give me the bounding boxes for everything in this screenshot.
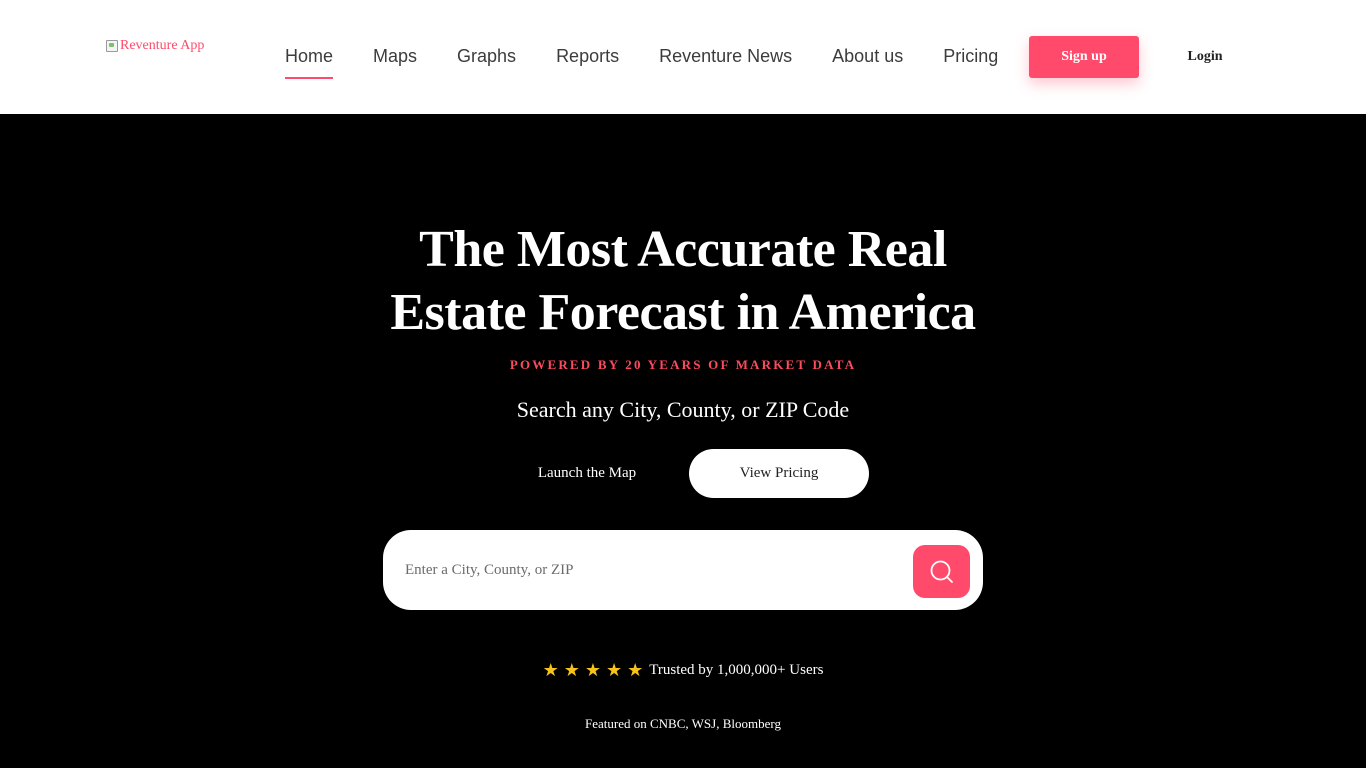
view-pricing-button[interactable]: View Pricing xyxy=(689,449,869,498)
nav-item-pricing[interactable]: Pricing xyxy=(923,0,1018,114)
star-icon: ★ xyxy=(627,660,644,680)
search-icon xyxy=(930,560,953,583)
nav-item-about-us[interactable]: About us xyxy=(812,0,923,114)
hero-title: The Most Accurate Real Estate Forecast i… xyxy=(0,218,1366,344)
main-nav: Home Maps Graphs Reports Reventure News … xyxy=(265,0,1018,114)
trust-text: Trusted by 1,000,000+ Users xyxy=(649,661,824,678)
broken-image-icon xyxy=(106,40,118,52)
hero-subtitle: Search any City, County, or ZIP Code xyxy=(516,397,850,422)
hero-title-line-1: The Most Accurate Real xyxy=(419,221,947,278)
nav-item-maps[interactable]: Maps xyxy=(353,0,437,114)
logo-alt-text: Reventure App xyxy=(120,38,205,53)
featured-text: Featured on CNBC, WSJ, Bloomberg xyxy=(585,716,781,731)
site-header: Reventure App Home Maps Graphs Reports R… xyxy=(0,0,1366,114)
star-icon: ★ xyxy=(605,660,623,680)
trust-row: ★ ★ ★ ★ ★ Trusted by 1,000,000+ Users xyxy=(0,660,1366,680)
star-icon: ★ xyxy=(584,660,601,680)
hero-section: The Most Accurate Real Estate Forecast i… xyxy=(0,114,1366,768)
nav-item-reports[interactable]: Reports xyxy=(536,0,639,114)
rating-stars: ★ ★ ★ ★ ★ xyxy=(543,660,644,680)
star-icon: ★ xyxy=(563,660,580,680)
nav-item-home[interactable]: Home xyxy=(265,0,353,114)
search-button[interactable] xyxy=(913,545,970,598)
sign-up-button[interactable]: Sign up xyxy=(1029,36,1139,78)
hero-tagline: POWERED BY 20 YEARS OF MARKET DATA xyxy=(509,357,857,372)
login-link[interactable]: Login xyxy=(1173,36,1237,78)
star-icon: ★ xyxy=(542,660,559,680)
search-box xyxy=(383,530,983,610)
launch-map-link[interactable]: Launch the Map xyxy=(512,449,662,497)
logo[interactable]: Reventure App xyxy=(106,38,204,54)
hero-title-line-2: Estate Forecast in America xyxy=(390,284,976,341)
search-input[interactable] xyxy=(405,550,905,590)
nav-item-graphs[interactable]: Graphs xyxy=(437,0,536,114)
nav-item-reventure-news[interactable]: Reventure News xyxy=(639,0,812,114)
